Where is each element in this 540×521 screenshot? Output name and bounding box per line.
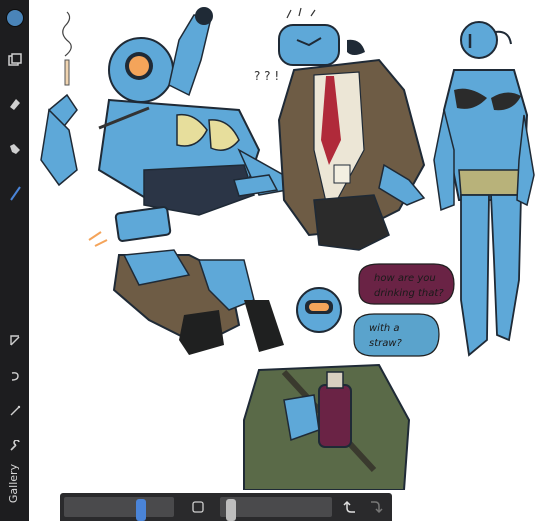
bubble-answer-line-1: with a — [369, 323, 400, 334]
bubble-answer-line-2: straw? — [369, 338, 403, 349]
figure-standing-robot — [433, 21, 535, 357]
undo-button[interactable] — [340, 497, 360, 517]
undo-swirl-icon — [11, 372, 19, 381]
bubble-question-line-2: drinking that? — [374, 288, 444, 299]
speech-bubble-question: how are you drinking that? — [358, 263, 455, 305]
brush-size-thumb[interactable] — [135, 499, 146, 521]
brush-size-slider[interactable] — [64, 497, 174, 521]
redo-icon — [371, 501, 383, 514]
brush-button[interactable] — [0, 180, 29, 208]
drawing-canvas[interactable]: ? ? ! how are you drinking that? with a … — [29, 0, 540, 490]
figure-sitting-robot — [88, 206, 284, 355]
selection-arrow-icon — [9, 335, 19, 346]
transform-button[interactable] — [0, 362, 29, 390]
smudge-button[interactable] — [0, 135, 29, 163]
undo-icon — [343, 500, 355, 513]
selection-button[interactable] — [0, 326, 29, 354]
color-swatch-button[interactable] — [0, 4, 29, 32]
layers-icon — [7, 53, 22, 66]
square-icon — [192, 501, 204, 513]
question-marks-text: ? ? ! — [254, 69, 279, 83]
figure-trenchcoat-robot: ? ? ! — [233, 7, 426, 251]
eraser-button[interactable] — [0, 90, 29, 118]
layers-button[interactable] — [0, 46, 29, 74]
speech-bubble-answer: with a straw? — [353, 313, 440, 357]
wrench-icon — [9, 440, 20, 451]
opacity-thumb[interactable] — [225, 499, 236, 521]
brush-icon — [9, 186, 21, 201]
bubble-question-line-1: how are you — [374, 273, 436, 284]
redo-button[interactable] — [366, 497, 386, 517]
color-swatch — [5, 9, 24, 27]
sidebar: Gallery — [0, 0, 29, 521]
adjustments-button[interactable] — [0, 397, 29, 425]
eraser-icon — [9, 99, 20, 110]
gallery-label: Gallery — [7, 463, 21, 503]
gallery-button[interactable]: Gallery — [2, 453, 26, 513]
brush-toolbar — [60, 493, 392, 521]
eyedropper-button[interactable] — [188, 497, 208, 517]
opacity-slider[interactable] — [220, 497, 332, 521]
smudge-icon — [9, 144, 20, 154]
magic-wand-icon — [10, 405, 20, 416]
